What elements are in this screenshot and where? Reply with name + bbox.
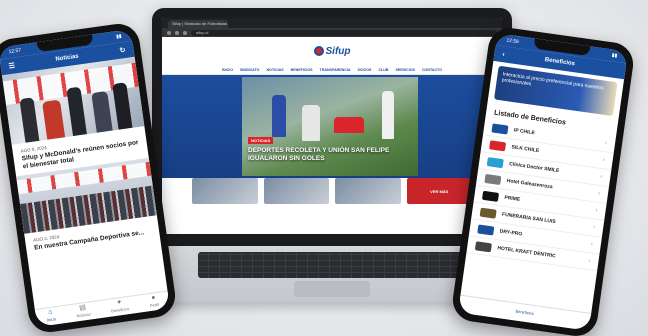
hero-title[interactable]: DEPORTES RECOLETA Y UNIÓN SAN FELIPE IGU…: [248, 147, 412, 162]
battery-icon: ▮▮: [611, 52, 618, 60]
chevron-right-icon: ›: [602, 157, 606, 164]
tab-label: Perfil: [149, 301, 160, 308]
site-header: Sifup: [162, 37, 502, 65]
browser-tab-strip: Sifup | Sindicato de Futbolistas: [162, 18, 502, 28]
hero-tag: NOTICIAS: [248, 137, 274, 144]
chevron-right-icon: ›: [597, 190, 601, 198]
news-thumbnail[interactable]: [263, 178, 329, 204]
hero-caption: NOTICIAS DEPORTES RECOLETA Y UNIÓN SAN F…: [248, 129, 412, 162]
nav-item-socios[interactable]: SOCIOS: [357, 68, 371, 72]
benefit-logo: [489, 139, 507, 151]
news-thumbnails: VER MÁS: [192, 178, 472, 204]
chevron-right-icon: ›: [595, 207, 598, 214]
chevron-right-icon: ›: [590, 241, 594, 248]
tab-beneficios[interactable]: Beneficios: [515, 308, 534, 316]
nav-item-club[interactable]: CLUB: [378, 68, 388, 72]
news-thumbnail[interactable]: [335, 178, 401, 204]
app-bar-title: Beneficios: [544, 57, 576, 68]
bottom-tab-bar: Beneficios: [458, 294, 592, 331]
news-thumbnail[interactable]: [192, 178, 258, 204]
benefit-logo: [486, 156, 504, 168]
laptop: Sifup | Sindicato de Futbolistas sifup.c…: [152, 8, 512, 248]
tab-beneficios[interactable]: ✦ Beneficios: [110, 298, 130, 313]
site-nav: INICIO SINDICATO NOTICIAS BENEFICIOS TRA…: [162, 65, 502, 75]
tab-label: Beneficios: [110, 305, 130, 314]
refresh-icon[interactable]: ↻: [119, 46, 126, 55]
battery-icon: ▮▮: [115, 33, 123, 41]
phone-news-screen: 12:57 ▮▮ ☰ Noticias ↻ AGO 9, 2024 Sifup …: [0, 29, 170, 327]
trackpad: [294, 281, 370, 297]
hero-section: NOTICIAS DEPORTES RECOLETA Y UNIÓN SAN F…: [162, 75, 502, 178]
app-bar-title: Noticias: [55, 53, 80, 63]
site-logo[interactable]: Sifup: [313, 45, 351, 57]
hero-photo[interactable]: NOTICIAS DEPORTES RECOLETA Y UNIÓN SAN F…: [242, 77, 418, 176]
benefit-logo: [482, 190, 500, 202]
back-icon[interactable]: [167, 30, 171, 35]
forward-icon[interactable]: [175, 30, 179, 35]
browser-tab[interactable]: Sifup | Sindicato de Futbolistas: [168, 20, 228, 28]
logo-mark-icon: [313, 46, 324, 56]
phone-benefits-screen: 12:56 ▮▮ ‹ Beneficios Interactúa al prec…: [458, 33, 628, 331]
logo-text: Sifup: [325, 45, 351, 57]
nav-item-transparencia[interactable]: TRANSPARENCIA: [320, 68, 351, 72]
nav-item-inicio[interactable]: INICIO: [222, 68, 233, 72]
status-time: 12:56: [505, 37, 520, 46]
chevron-right-icon: ›: [604, 140, 608, 147]
benefit-logo: [484, 173, 502, 185]
menu-icon[interactable]: ☰: [8, 62, 15, 71]
tab-label: Inicio: [46, 315, 57, 323]
nav-item-sindicato[interactable]: SINDICATO: [240, 68, 259, 72]
status-time: 12:57: [8, 47, 22, 56]
nav-item-servicios[interactable]: SERVICIOS: [395, 68, 415, 72]
reload-icon[interactable]: [183, 30, 187, 35]
chevron-right-icon: ›: [588, 258, 591, 265]
back-arrow-icon[interactable]: ‹: [502, 51, 505, 58]
chevron-right-icon: ›: [592, 224, 596, 231]
tab-label: Noticias: [76, 310, 91, 318]
tab-noticias[interactable]: ▤ Noticias: [75, 303, 91, 318]
tab-inicio[interactable]: ⌂ Inicio: [45, 308, 56, 322]
bottom-tab-bar: ⌂ Inicio ▤ Noticias ✦ Beneficios ● Perfi…: [34, 290, 170, 327]
tab-label: Beneficios: [515, 307, 535, 316]
benefit-logo: [477, 223, 495, 236]
more-news-button[interactable]: VER MÁS: [406, 178, 472, 204]
benefit-logo: [491, 122, 509, 135]
browser-toolbar: sifup.cl: [162, 28, 502, 37]
nav-item-beneficios[interactable]: BENEFICIOS: [291, 68, 313, 72]
nav-item-contacto[interactable]: CONTACTO: [422, 68, 442, 72]
url-bar[interactable]: sifup.cl: [191, 29, 497, 36]
chevron-right-icon: ›: [599, 173, 603, 181]
tab-perfil[interactable]: ● Perfil: [148, 293, 160, 308]
benefit-logo: [474, 240, 493, 252]
nav-item-noticias[interactable]: NOTICIAS: [266, 68, 283, 72]
keyboard: [198, 252, 466, 278]
benefit-logo: [479, 207, 497, 219]
